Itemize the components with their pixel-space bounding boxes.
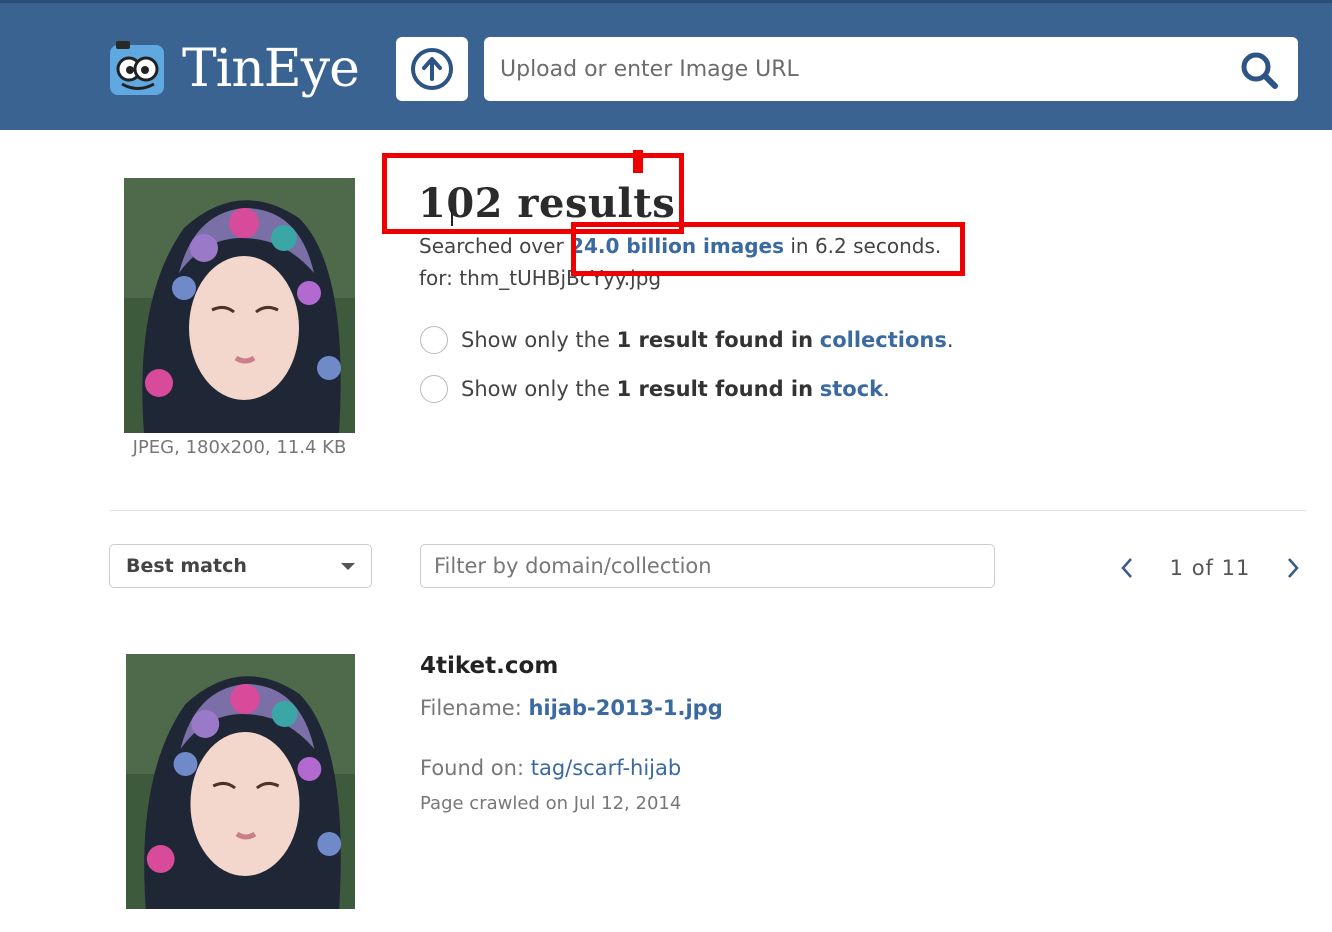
- collections-link[interactable]: collections: [820, 328, 947, 352]
- image-url-input[interactable]: [484, 37, 1224, 101]
- result-crawled-date: Page crawled on Jul 12, 2014: [420, 793, 682, 814]
- radio-circle[interactable]: [420, 375, 448, 403]
- result-image[interactable]: [126, 654, 355, 909]
- caret-down-icon: [341, 563, 355, 570]
- robot-mascot-icon: [110, 41, 164, 95]
- chevron-right-icon: [1288, 558, 1299, 578]
- sort-dropdown[interactable]: Best match: [109, 544, 372, 588]
- next-page-button[interactable]: [1278, 550, 1308, 586]
- query-image[interactable]: [124, 178, 355, 433]
- query-image-meta: JPEG, 180x200, 11.4 KB: [132, 437, 347, 458]
- divider: [110, 510, 1306, 511]
- hijab-portrait-image: [126, 654, 355, 909]
- search-box: [484, 37, 1298, 101]
- annotation-box-images: [571, 222, 965, 276]
- hijab-portrait-image: [124, 178, 355, 433]
- stock-link[interactable]: stock: [820, 377, 883, 401]
- header-bar: TinEye: [0, 0, 1332, 130]
- upload-button[interactable]: [396, 37, 468, 101]
- upload-arrow-icon: [411, 48, 453, 90]
- prev-page-button[interactable]: [1112, 550, 1142, 586]
- result-domain: 4tiket.com: [420, 653, 559, 679]
- page-indicator: 1 of 11: [1169, 556, 1251, 580]
- radio-collections[interactable]: Show only the 1 result found in collecti…: [420, 326, 954, 354]
- found-on-link[interactable]: tag/scarf-hijab: [531, 756, 682, 780]
- result-filename-link[interactable]: hijab-2013-1.jpg: [528, 696, 722, 720]
- radio-stock[interactable]: Show only the 1 result found in stock.: [420, 375, 890, 403]
- domain-filter-input[interactable]: [420, 544, 995, 588]
- logo-wordmark: TinEye: [182, 39, 360, 99]
- pagination: 1 of 11: [1112, 548, 1308, 588]
- radio-circle[interactable]: [420, 326, 448, 354]
- result-found-line: Found on: tag/scarf-hijab: [420, 756, 682, 780]
- tineye-logo[interactable]: TinEye: [108, 39, 360, 99]
- text-cursor-icon: [451, 208, 453, 226]
- chevron-left-icon: [1121, 558, 1132, 578]
- search-icon: [1241, 52, 1278, 89]
- result-filename-line: Filename: hijab-2013-1.jpg: [420, 696, 723, 720]
- search-button[interactable]: [1238, 49, 1280, 91]
- annotation-marker: [633, 150, 643, 173]
